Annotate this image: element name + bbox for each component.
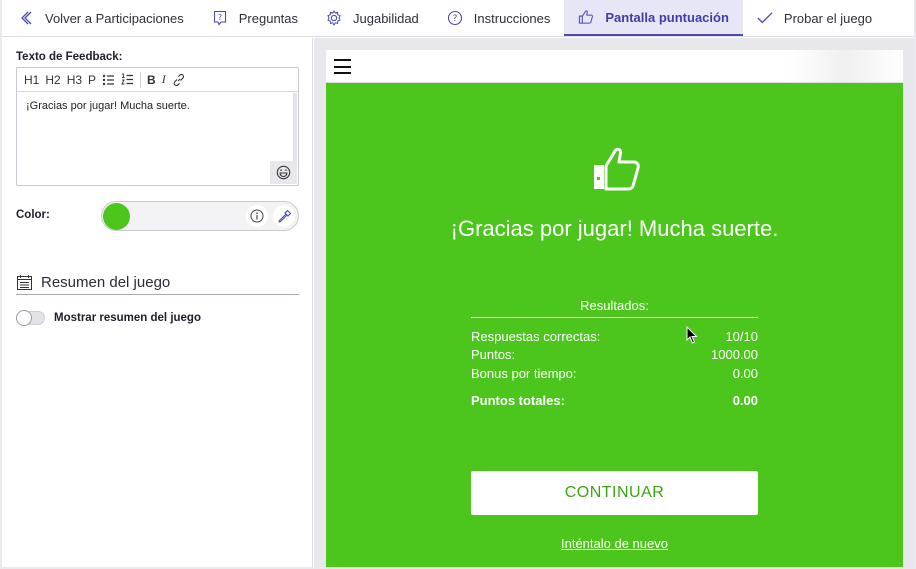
summary-toggle-row: Mostrar resumen del juego xyxy=(16,310,201,326)
numbered-list-icon xyxy=(121,73,134,85)
tab-score-screen[interactable]: Pantalla puntuación xyxy=(564,0,743,36)
color-picker-button[interactable] xyxy=(273,205,295,227)
editor-toolbar: H1 H2 H3 P B I xyxy=(17,68,298,92)
result-label: Puntos: xyxy=(471,347,516,363)
game-preview: ¡Gracias por jugar! Mucha suerte. Result… xyxy=(326,50,903,567)
tab-gameplay-label: Jugabilidad xyxy=(353,10,419,26)
top-tab-bar: Volver a Participaciones ? Preguntas Jug… xyxy=(2,0,914,37)
heading2-button[interactable]: H2 xyxy=(42,70,63,90)
tab-instructions[interactable]: ? Instrucciones xyxy=(433,0,565,36)
tab-gameplay[interactable]: Jugabilidad xyxy=(312,0,433,36)
thumbs-up-icon xyxy=(594,147,640,191)
calendar-list-icon xyxy=(17,274,32,290)
bullet-list-icon xyxy=(102,74,115,85)
link-icon xyxy=(173,73,184,86)
thumbs-up-icon xyxy=(578,9,594,25)
result-label: Bonus por tiempo: xyxy=(471,365,577,381)
continue-button[interactable]: CONTINUAR xyxy=(471,471,758,515)
tab-questions-label: Preguntas xyxy=(238,10,299,26)
link-button[interactable] xyxy=(169,70,189,90)
svg-text:?: ? xyxy=(218,13,222,22)
hamburger-menu-icon[interactable] xyxy=(334,59,351,74)
color-field xyxy=(101,201,299,231)
color-label: Color: xyxy=(16,209,50,221)
total-row: Puntos totales: 0.00 xyxy=(471,392,758,411)
emoji-icon xyxy=(276,165,291,180)
tab-back[interactable]: Volver a Participaciones xyxy=(2,0,198,36)
toolbar-divider xyxy=(140,71,142,88)
color-info-button[interactable] xyxy=(246,205,268,227)
results-title: Resultados: xyxy=(471,298,758,318)
tab-test-game[interactable]: Probar el juego xyxy=(743,0,886,36)
checkmark-icon xyxy=(757,10,773,26)
total-label: Puntos totales: xyxy=(471,393,565,409)
result-label: Respuestas correctas: xyxy=(471,328,601,344)
result-row: Respuestas correctas: 10/10 xyxy=(471,327,758,346)
heading3-button[interactable]: H3 xyxy=(64,70,85,90)
preview-area: ¡Gracias por jugar! Mucha suerte. Result… xyxy=(314,38,914,567)
help-circle-icon: ? xyxy=(447,10,463,26)
paragraph-button[interactable]: P xyxy=(85,70,99,90)
question-box-icon: ? xyxy=(212,10,228,26)
bullet-list-button[interactable] xyxy=(99,70,118,90)
result-value: 0.00 xyxy=(732,365,758,381)
heading1-button[interactable]: H1 xyxy=(21,70,42,90)
feedback-message: ¡Gracias por jugar! Mucha suerte. xyxy=(450,216,779,241)
toggle-knob xyxy=(16,310,32,326)
summary-title: Resumen del juego xyxy=(41,273,171,291)
chevron-left-icon xyxy=(18,10,34,26)
mouse-pointer-icon xyxy=(686,326,698,344)
feedback-editor: H1 H2 H3 P B I ¡Gracias por jugar! Mucha… xyxy=(16,67,299,186)
tab-test-game-label: Probar el juego xyxy=(783,10,873,26)
result-row: Bonus por tiempo: 0.00 xyxy=(471,364,758,383)
feedback-label: Texto de Feedback: xyxy=(16,51,123,63)
eyedropper-icon xyxy=(277,209,291,223)
svg-text:?: ? xyxy=(452,14,457,24)
tab-score-screen-label: Pantalla puntuación xyxy=(605,9,729,25)
color-swatch[interactable] xyxy=(103,203,130,230)
total-value: 0.00 xyxy=(732,393,758,409)
result-value: 10/10 xyxy=(725,328,758,344)
result-row: Puntos: 1000.00 xyxy=(471,346,758,365)
results-summary: Resultados: Respuestas correctas: 10/10 … xyxy=(471,298,758,410)
bold-button[interactable]: B xyxy=(144,70,159,90)
tab-back-label: Volver a Participaciones xyxy=(45,10,184,26)
tab-instructions-label: Instrucciones xyxy=(473,10,551,26)
info-icon xyxy=(250,209,264,223)
result-value: 1000.00 xyxy=(711,347,758,363)
editor-scrollbar[interactable] xyxy=(293,93,297,161)
retry-link[interactable]: Inténtalo de nuevo xyxy=(326,536,903,551)
summary-toggle-label: Mostrar resumen del juego xyxy=(54,312,201,324)
settings-panel: Texto de Feedback: H1 H2 H3 P B I ¡Graci… xyxy=(2,38,313,567)
numbered-list-button[interactable] xyxy=(118,70,137,90)
summary-toggle[interactable] xyxy=(16,310,45,326)
tab-questions[interactable]: ? Preguntas xyxy=(198,0,312,36)
emoji-button[interactable] xyxy=(270,161,297,184)
feedback-text-area[interactable]: ¡Gracias por jugar! Mucha suerte. xyxy=(17,92,298,120)
italic-button[interactable]: I xyxy=(159,70,169,90)
gear-icon xyxy=(326,10,342,26)
summary-section-header: Resumen del juego xyxy=(16,270,299,295)
preview-header xyxy=(326,50,903,83)
